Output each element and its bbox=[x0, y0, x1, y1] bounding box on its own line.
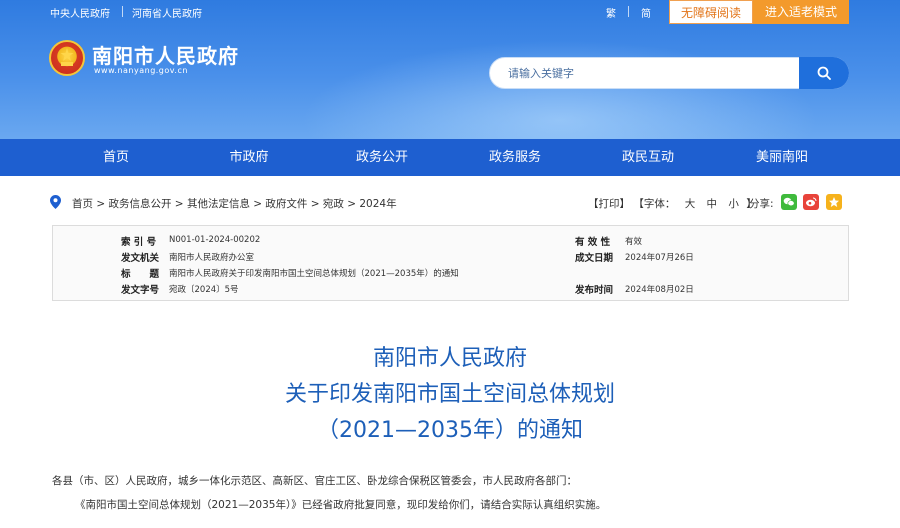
location-pin-icon bbox=[50, 195, 61, 209]
title-label: 标 题 bbox=[121, 269, 160, 280]
nav-item-government-affairs-open[interactable]: 政务公开 bbox=[322, 139, 442, 176]
title-value: 南阳市人民政府关于印发南阳市国土空间总体规划（2021—2035年）的通知 bbox=[169, 269, 459, 279]
weibo-share-icon[interactable] bbox=[803, 194, 819, 210]
nav-item-beautiful-nanyang[interactable]: 美丽南阳 bbox=[722, 139, 842, 176]
document-number-label: 发文字号 bbox=[121, 285, 160, 296]
top-separator bbox=[122, 6, 123, 17]
validity-label: 有 效 性 bbox=[575, 237, 611, 248]
lang-simplified[interactable]: 简 bbox=[641, 5, 651, 20]
document-metadata-table: 索 引 号 N001-01-2024-00202 有 效 性 有效 发文机关 南… bbox=[52, 225, 849, 301]
font-small-button[interactable]: 小 bbox=[728, 198, 739, 210]
national-emblem-icon bbox=[49, 40, 85, 76]
top-bar: 中央人民政府 河南省人民政府 繁 简 无障碍阅读 进入适老模式 bbox=[0, 0, 900, 24]
document-title-line-2: 关于印发南阳市国土空间总体规划 bbox=[284, 382, 615, 407]
wechat-share-icon[interactable] bbox=[781, 194, 797, 210]
search-icon bbox=[817, 66, 831, 80]
document-number-value: 宛政〔2024〕5号 bbox=[169, 285, 239, 295]
font-medium-button[interactable]: 中 bbox=[707, 198, 718, 210]
issuer-label: 发文机关 bbox=[121, 253, 160, 264]
nav-item-city-government[interactable]: 市政府 bbox=[189, 139, 309, 176]
document-title-line-1: 南阳市人民政府 bbox=[372, 346, 527, 371]
header-glow bbox=[300, 40, 820, 139]
site-domain: www.nanyang.gov.cn bbox=[94, 66, 188, 75]
link-central-government[interactable]: 中央人民政府 bbox=[50, 5, 110, 20]
nav-item-home[interactable]: 首页 bbox=[56, 139, 176, 176]
font-large-button[interactable]: 大 bbox=[685, 198, 696, 210]
written-date-label: 成文日期 bbox=[575, 253, 614, 264]
nav-item-government-services[interactable]: 政务服务 bbox=[455, 139, 575, 176]
font-size-label: 【字体： bbox=[633, 198, 676, 210]
accessible-reading-button[interactable]: 无障碍阅读 bbox=[669, 0, 753, 24]
breadcrumb-row: 首页 > 政务信息公开 > 其他法定信息 > 政府文件 > 宛政 > 2024年… bbox=[0, 188, 900, 218]
print-button[interactable]: 【打印】 bbox=[588, 198, 630, 210]
elder-mode-button[interactable]: 进入适老模式 bbox=[753, 0, 849, 24]
search-input[interactable] bbox=[490, 58, 790, 88]
index-number-label: 索 引 号 bbox=[121, 237, 157, 248]
publish-time-label: 发布时间 bbox=[575, 285, 614, 296]
share-label: 分享: bbox=[749, 198, 774, 210]
body-paragraph: 《南阳市国土空间总体规划（2021—2035年）》已经省政府批复同意，现印发给你… bbox=[75, 499, 607, 511]
link-henan-government[interactable]: 河南省人民政府 bbox=[132, 5, 202, 20]
page-tools: 【打印】 【字体： 大 中 小 】 bbox=[588, 196, 757, 211]
publish-time-value: 2024年08月02日 bbox=[625, 285, 694, 295]
breadcrumb[interactable]: 首页 > 政务信息公开 > 其他法定信息 > 政府文件 > 宛政 > 2024年 bbox=[72, 196, 397, 211]
document-title-line-3: （2021—2035年）的通知 bbox=[317, 418, 583, 443]
recipients-paragraph: 各县（市、区）人民政府，城乡一体化示范区、高新区、官庄工区、卧龙综合保税区管委会… bbox=[52, 475, 577, 487]
site-title[interactable]: 南阳市人民政府 bbox=[92, 40, 239, 69]
top-separator bbox=[628, 6, 629, 17]
search-box bbox=[489, 57, 849, 89]
nav-item-public-interaction[interactable]: 政民互动 bbox=[588, 139, 708, 176]
site-header: 中央人民政府 河南省人民政府 繁 简 无障碍阅读 进入适老模式 南阳市人民政府 … bbox=[0, 0, 900, 139]
main-nav: 首页 市政府 政务公开 政务服务 政民互动 美丽南阳 bbox=[0, 139, 900, 176]
index-number-value: N001-01-2024-00202 bbox=[169, 235, 261, 245]
qzone-share-icon[interactable] bbox=[826, 194, 842, 210]
lang-traditional[interactable]: 繁 bbox=[606, 5, 616, 20]
search-button[interactable] bbox=[799, 57, 849, 89]
validity-value: 有效 bbox=[625, 237, 643, 247]
issuer-value: 南阳市人民政府办公室 bbox=[169, 253, 255, 263]
written-date-value: 2024年07月26日 bbox=[625, 253, 694, 263]
